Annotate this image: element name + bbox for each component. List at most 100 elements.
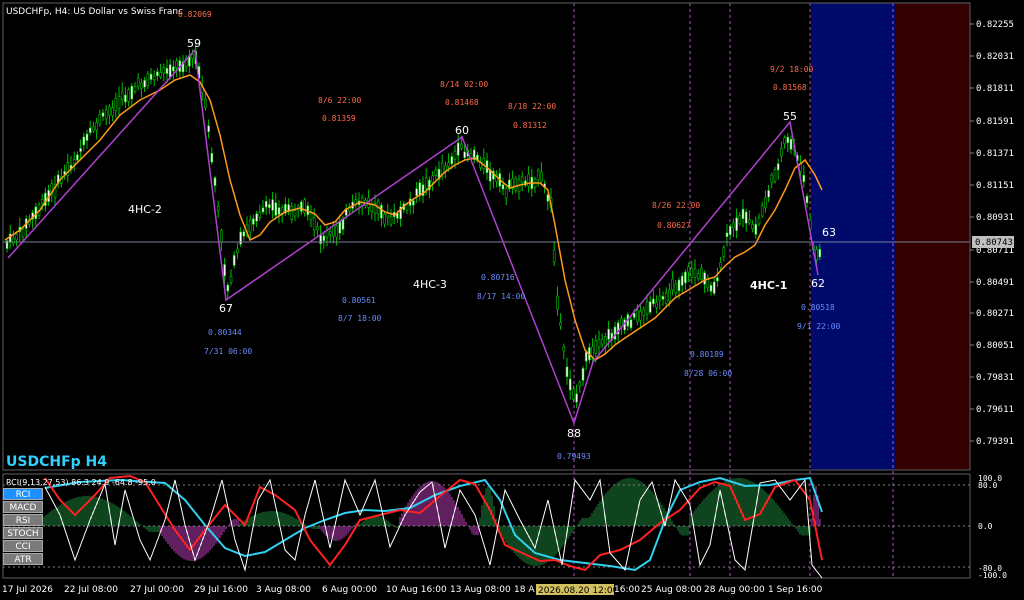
candle-body — [405, 204, 409, 211]
atr-button[interactable]: ATR — [3, 553, 43, 565]
time-label-11: 25 Aug 08:00 — [641, 585, 702, 595]
candle-body — [732, 222, 735, 228]
ann-818-price: 0.81312 — [513, 121, 547, 130]
candle-body — [703, 272, 706, 285]
candle-body — [133, 86, 137, 92]
candle-body — [520, 176, 524, 183]
candle-body — [21, 229, 25, 238]
ann-92-date: 9/2 18:00 — [770, 65, 814, 74]
macd-button[interactable]: MACD — [3, 501, 43, 513]
chart-canvas[interactable]: 0.82255 0.82031 0.81811 0.81591 0.81371 0.811… — [0, 0, 1024, 600]
candle-body — [447, 162, 450, 167]
candle-body — [754, 224, 758, 235]
candle-body — [501, 184, 505, 190]
price-tick-label: 0.81371 — [976, 149, 1014, 159]
candle-body — [40, 198, 44, 204]
candle-body — [117, 95, 121, 109]
candle-body — [725, 232, 729, 238]
pivot-88: 88 — [567, 427, 581, 440]
candle-body — [216, 206, 220, 211]
candle-body — [92, 126, 95, 132]
candle-body — [146, 73, 150, 86]
candle-body — [700, 267, 703, 280]
candle-body — [690, 267, 694, 278]
candle-body — [290, 206, 294, 220]
candle-body — [716, 277, 719, 282]
candle-body — [335, 225, 338, 238]
candle-body — [229, 276, 233, 283]
candle-body — [514, 178, 518, 191]
candle-body — [268, 204, 271, 208]
candle-body — [258, 211, 262, 218]
candle-body — [668, 289, 671, 302]
ann-86-date: 8/6 22:00 — [318, 96, 362, 105]
time-label-7: 13 Aug 08:00 — [450, 585, 511, 595]
candle-body — [744, 211, 748, 224]
candle-body — [674, 283, 678, 293]
peak-annotations: 0.82069 8/6 22:00 0.81359 8/14 02:00 0.8… — [178, 10, 814, 230]
ann-731-price: 0.80344 — [208, 328, 242, 337]
ann-86-price: 0.81359 — [322, 114, 356, 123]
candle-body — [780, 148, 783, 157]
candle-body — [424, 177, 428, 189]
ann-817-price: 0.80716 — [481, 273, 515, 282]
candle-body — [728, 225, 732, 236]
candle-body — [140, 82, 143, 89]
candle-body — [248, 219, 252, 233]
pivot-62: 62 — [811, 277, 825, 290]
candle-body — [562, 346, 566, 352]
candle-body — [536, 170, 540, 181]
candle-body — [383, 213, 386, 225]
session-red-zone — [895, 3, 970, 470]
candle-body — [565, 366, 569, 378]
candle-body — [591, 346, 594, 357]
ann-top-price: 0.82069 — [178, 10, 212, 19]
candle-body — [338, 221, 342, 234]
candle-body — [664, 292, 668, 304]
time-label-highlight: 2026.08.20 12:00 — [538, 586, 619, 596]
stoch-button[interactable]: STOCH — [3, 527, 43, 539]
candle-body — [629, 319, 633, 329]
candle-body — [709, 284, 713, 292]
candle-body — [370, 204, 374, 213]
rci-button[interactable]: RCI — [3, 488, 43, 500]
candle-body — [741, 208, 745, 219]
candle-body — [207, 125, 210, 133]
rsi-button[interactable]: RSI — [3, 514, 43, 526]
candle-body — [735, 217, 738, 232]
price-tick-label: 0.80491 — [976, 278, 1014, 288]
candle-body — [639, 310, 642, 321]
candle-body — [300, 201, 303, 212]
candle-body — [213, 177, 217, 186]
price-tick-label: 0.79611 — [976, 405, 1014, 415]
candle-body — [12, 237, 15, 245]
candle-body — [114, 98, 118, 111]
current-price-label: 0.80743 — [975, 238, 1013, 248]
candle-body — [767, 190, 770, 198]
price-tick-label: 0.81151 — [976, 181, 1014, 191]
candle-body — [76, 154, 79, 161]
cci-button[interactable]: CCI — [3, 540, 43, 552]
candle-body — [316, 226, 319, 231]
candle-body — [751, 224, 754, 230]
time-label-3: 29 Jul 16:00 — [194, 585, 248, 595]
candle-body — [191, 54, 194, 59]
candle-body — [165, 67, 169, 74]
candle-body — [450, 156, 454, 165]
candle-body — [127, 89, 130, 102]
price-tick-label: 0.79391 — [976, 437, 1014, 447]
pivot-59: 59 — [187, 37, 201, 50]
ann-low-price: 0.79493 — [557, 452, 591, 461]
candle-body — [434, 169, 438, 176]
candle-body — [431, 175, 434, 183]
candle-body — [264, 200, 268, 208]
candle-body — [760, 205, 764, 217]
ann-92-price: 0.81568 — [773, 83, 807, 92]
candle-body — [687, 266, 690, 273]
candle-body — [594, 340, 598, 354]
candle-body — [748, 219, 751, 224]
candle-body — [380, 204, 383, 219]
candle-body — [168, 64, 172, 78]
candle-body — [578, 381, 582, 387]
candle-body — [559, 322, 562, 327]
